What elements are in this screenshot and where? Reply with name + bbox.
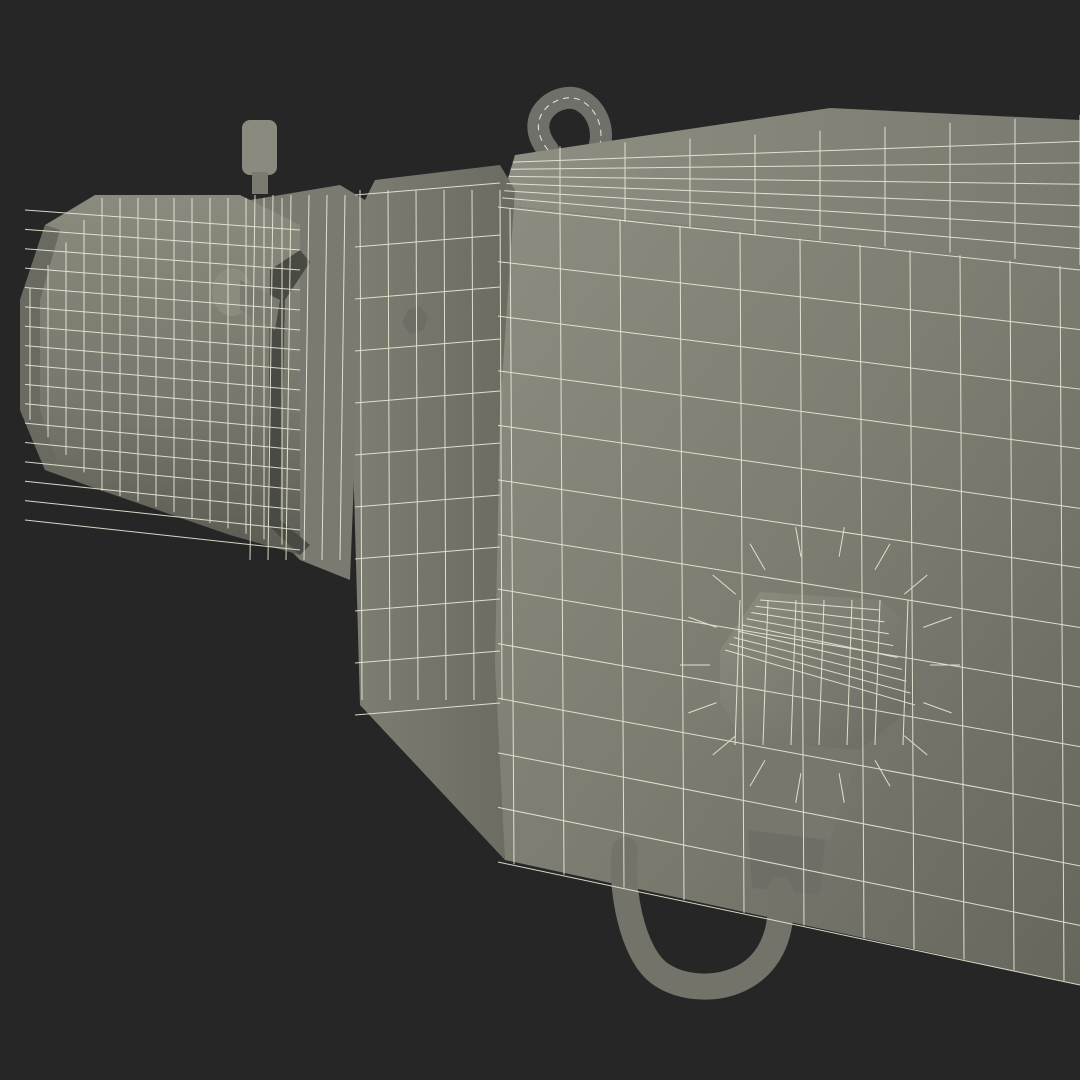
top-adjust-knob	[242, 120, 277, 194]
front-bracket	[345, 165, 515, 860]
lens-barrel	[20, 195, 300, 555]
rear-cable	[527, 86, 612, 161]
render-viewport	[0, 0, 1080, 1080]
